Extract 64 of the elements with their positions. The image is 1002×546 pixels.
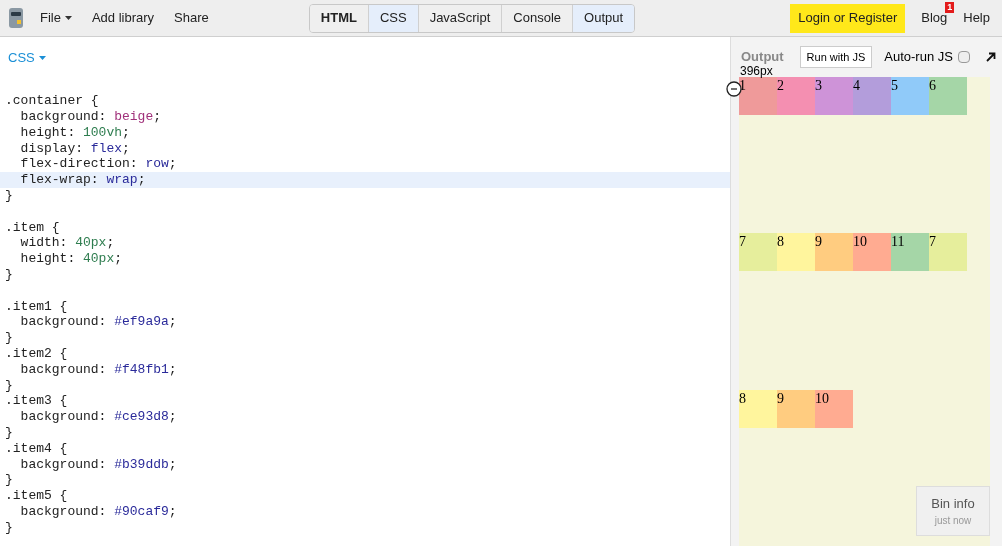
code-line: background: #ce93d8; (19, 409, 177, 425)
flex-item: 11 (891, 233, 929, 272)
code-line: background: #b39ddb; (19, 456, 177, 472)
code-line: background: #ef9a9a; (19, 314, 177, 330)
flex-item: 10 (853, 233, 891, 272)
panel-tab[interactable]: CSS (368, 4, 419, 32)
code-line: flex-wrap: wrap; (19, 172, 146, 188)
flex-item: 4 (853, 77, 891, 115)
panel-tab[interactable]: Output (573, 4, 635, 32)
flex-item: 8 (777, 233, 815, 272)
bin-info-time: just now (934, 514, 972, 529)
notification-badge: 1 (945, 2, 955, 14)
flex-item: 9 (815, 233, 853, 272)
flex-item: 2 (777, 77, 815, 115)
code-line: } (5, 330, 13, 346)
code-line: } (5, 472, 13, 488)
code-line: } (5, 377, 13, 393)
flex-item: 6 (929, 77, 967, 115)
resize-handle-icon[interactable] (726, 81, 742, 97)
code-line: .item4 { (5, 440, 68, 456)
code-line: .item { (5, 219, 60, 235)
code-line: background: #90caf9; (19, 504, 177, 519)
menu-item[interactable]: Share (174, 8, 209, 28)
code-line: height: 40px; (19, 251, 123, 267)
code-line: width: 40px; (19, 235, 115, 251)
flex-item: 7 (929, 233, 967, 272)
code-line: height: 100vh; (19, 124, 130, 140)
code-line: } (5, 267, 13, 283)
language-dropdown[interactable]: CSS (8, 48, 46, 68)
code-line: .item5 { (5, 488, 68, 504)
code-line: background: beige; (19, 109, 162, 125)
flex-item: 5 (891, 77, 929, 115)
code-line: display: flex; (19, 140, 130, 156)
code-line: .container { (5, 93, 99, 109)
flex-item: 10 (815, 389, 853, 428)
flex-item: 9 (777, 389, 815, 428)
output-label: Output (741, 48, 784, 66)
bin-info-title: Bin info (931, 494, 975, 513)
popout-arrow-icon[interactable] (986, 52, 996, 62)
caret-icon (64, 16, 72, 20)
code-line: .item2 { (5, 346, 68, 362)
code-line: } (5, 425, 13, 441)
code-line: .item1 { (5, 298, 68, 314)
flex-item: 3 (815, 77, 853, 115)
autorun-label: Auto-run JS (884, 48, 953, 67)
flex-item: 7 (739, 233, 777, 272)
login-button[interactable]: Login or Register (790, 3, 906, 33)
code-line: } (5, 519, 13, 535)
code-line: flex-direction: row; (19, 156, 177, 172)
menu-item[interactable]: File (40, 8, 72, 28)
menu-item[interactable]: Add library (91, 8, 155, 28)
code-line: .item3 { (5, 393, 68, 409)
caret-icon (38, 55, 46, 60)
help-link[interactable]: Help (963, 8, 990, 28)
code-line: background: #f48fb1; (19, 361, 177, 377)
blog-link[interactable]: Blog (921, 8, 948, 28)
flex-item: 8 (739, 389, 777, 428)
flex-item: 1 (739, 77, 777, 115)
width-label: 396px (740, 65, 773, 77)
run-button[interactable]: Run with JS (799, 45, 873, 69)
panel-tab[interactable]: HTML (309, 4, 369, 32)
autorun-checkbox[interactable] (957, 51, 970, 63)
bin-info-panel[interactable]: Bin info just now (916, 486, 990, 536)
code-line: } (5, 188, 13, 204)
